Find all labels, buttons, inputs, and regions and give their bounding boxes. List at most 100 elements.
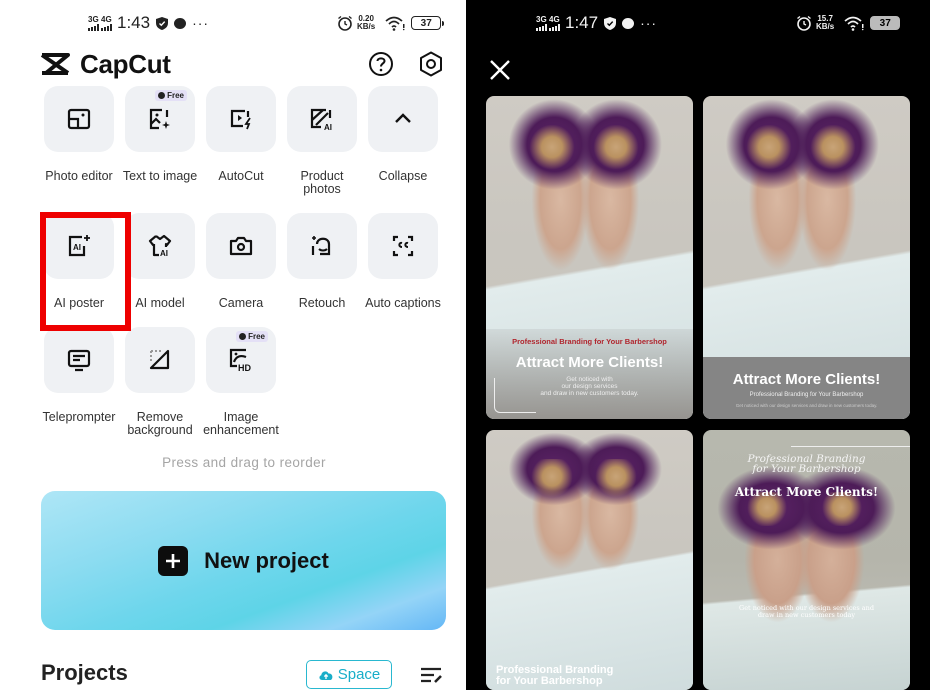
free-badge-label: Free (167, 91, 184, 100)
free-badge-label: Free (248, 332, 265, 341)
tool-label: Collapse (378, 169, 428, 183)
tool-remove-background[interactable]: Remove background (122, 327, 198, 437)
tool-image-enhancement[interactable]: HD Free Image enhancement (203, 327, 279, 437)
tool-tile[interactable]: AI (44, 213, 114, 279)
poster-result-2[interactable]: Attract More Clients! Professional Brand… (703, 96, 910, 419)
chat-bubble-icon (174, 17, 187, 29)
tool-tile[interactable]: HD Free (206, 327, 276, 393)
camera-icon (229, 236, 253, 256)
tool-label: AI poster (53, 296, 105, 310)
clock-icon (158, 92, 166, 99)
cloud-upload-icon (319, 670, 333, 680)
app-name: CapCut (80, 48, 171, 79)
teleprompter-icon (67, 349, 91, 372)
tool-tile[interactable] (206, 213, 276, 279)
tool-tile[interactable] (287, 213, 357, 279)
chat-bubble-icon (622, 17, 635, 29)
tool-product-photos[interactable]: AI Product photos (284, 86, 360, 196)
tool-photo-editor[interactable]: Photo editor (41, 86, 117, 183)
new-project-button[interactable]: New project (41, 491, 446, 630)
tool-label: Image enhancement (203, 410, 279, 437)
wifi-icon (844, 16, 864, 31)
poster-body: Get noticed with our design services and… (735, 403, 878, 408)
clock: 1:43 (117, 13, 151, 32)
alarm-icon (338, 15, 352, 31)
capcut-logo: CapCut (40, 49, 171, 80)
free-badge: Free (236, 331, 268, 342)
speed-unit: KB/s (816, 22, 835, 31)
signal-3g-icon: 3G (88, 15, 99, 31)
speed-unit: KB/s (357, 22, 376, 31)
tool-tile[interactable] (44, 327, 114, 393)
signal-4g-icon: 4G (101, 14, 112, 31)
status-bar-right: 15.7 KB/s 37 (796, 12, 904, 34)
shoe-embroidery (521, 125, 584, 174)
settings-button[interactable] (416, 49, 446, 79)
help-button[interactable] (366, 49, 396, 79)
remove-background-icon (149, 349, 170, 370)
signal-3g-icon: 3G (536, 14, 547, 31)
tool-label: Photo editor (45, 169, 113, 183)
poster-headline: Attract More Clients! (515, 354, 664, 371)
product-photos-icon: AI (310, 108, 332, 132)
tool-teleprompter[interactable]: Teleprompter (41, 327, 117, 424)
tool-ai-poster[interactable]: AI AI poster (41, 213, 117, 310)
tool-label: Text to image (122, 169, 198, 183)
free-badge: Free (155, 90, 187, 101)
app-header: CapCut (40, 46, 446, 82)
svg-text:HD: HD (238, 363, 251, 373)
capcut-home-screen: 3G 4G 1:43 ··· 0.20 KB/s 37 CapCut Photo … (0, 0, 466, 690)
photo-editor-icon (67, 108, 91, 130)
new-project-label: New project (204, 547, 329, 573)
tool-tile[interactable]: AI (287, 86, 357, 152)
tool-tile[interactable] (368, 213, 438, 279)
network-type: 4G (101, 14, 112, 24)
tool-label: Remove background (127, 410, 193, 437)
space-button[interactable]: Space (306, 660, 392, 689)
tool-label: Product photos (300, 169, 344, 196)
tool-text-to-image[interactable]: Free Text to image (122, 86, 198, 183)
poster-result-1[interactable]: Professional Branding for Your Barbersho… (486, 96, 693, 419)
chevron-up-icon (395, 113, 411, 123)
hexagon-gear-icon (420, 51, 442, 77)
tool-auto-captions[interactable]: Auto captions (365, 213, 441, 310)
retouch-icon (311, 236, 331, 256)
tool-label: Auto captions (365, 296, 441, 310)
tool-tile[interactable]: Free (125, 86, 195, 152)
battery-indicator: 37 (870, 16, 904, 30)
tool-retouch[interactable]: Retouch (284, 213, 360, 310)
autocut-icon (230, 109, 251, 130)
poster-result-3[interactable]: Professional Branding for Your Barbersho… (486, 430, 693, 690)
ai-model-icon: AI (148, 234, 172, 258)
svg-text:AI: AI (73, 243, 81, 252)
poster-tagline: Professional Branding for Your Barbersho… (747, 453, 866, 475)
poster-tagline: Professional Branding for Your Barbersho… (496, 664, 614, 687)
tool-collapse[interactable]: Collapse (365, 86, 441, 183)
status-bar-left: 3G 4G 1:47 ··· (536, 12, 657, 34)
tool-tile[interactable] (206, 86, 276, 152)
tool-ai-model[interactable]: AI AI model (122, 213, 198, 310)
tool-autocut[interactable]: AutoCut (203, 86, 279, 183)
tool-tile[interactable] (44, 86, 114, 152)
poster-result-4[interactable]: Professional Branding for Your Barbersho… (703, 430, 910, 690)
clock: 1:47 (565, 13, 599, 32)
more-notifications-icon: ··· (640, 15, 658, 31)
question-circle-icon (369, 52, 393, 76)
poster-text-overlay: Attract More Clients! Professional Brand… (703, 357, 910, 419)
tool-camera[interactable]: Camera (203, 213, 279, 310)
shield-icon (156, 16, 169, 30)
tool-tile[interactable] (368, 86, 438, 152)
poster-body: Get noticed with our design services and… (739, 604, 874, 619)
image-enhancement-icon: HD (229, 348, 251, 373)
svg-text:AI: AI (160, 249, 168, 258)
tool-label: AutoCut (218, 169, 264, 183)
poster-headline: Attract More Clients! (732, 371, 881, 388)
ai-poster-icon: AI (68, 235, 90, 257)
close-icon[interactable] (488, 58, 512, 82)
network-type: 3G (536, 14, 547, 24)
tool-tile[interactable] (125, 327, 195, 393)
sort-list-icon[interactable] (419, 664, 445, 686)
tool-tile[interactable]: AI (125, 213, 195, 279)
tool-label: Camera (218, 296, 264, 310)
network-speed: 15.7 KB/s (816, 15, 834, 31)
